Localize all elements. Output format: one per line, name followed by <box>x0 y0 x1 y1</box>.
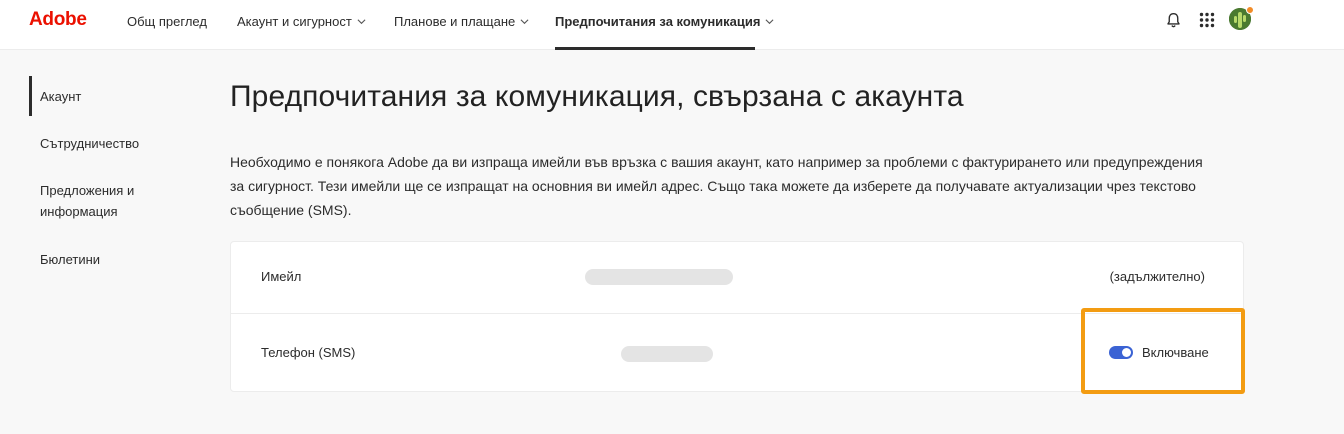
active-tab-indicator <box>555 47 755 50</box>
chevron-down-icon <box>520 18 529 24</box>
nav-plans-payment[interactable]: Планове и плащане <box>394 13 529 29</box>
sidebar-item-collaboration[interactable]: Сътрудничество <box>40 133 180 154</box>
bell-icon[interactable] <box>1163 10 1183 30</box>
apps-grid-icon[interactable] <box>1197 10 1217 30</box>
nav-overview[interactable]: Общ преглед <box>127 13 207 29</box>
sidebar-item-newsletters[interactable]: Бюлетини <box>40 249 180 270</box>
nav-communication-preferences-label: Предпочитания за комуникация <box>555 13 761 29</box>
highlight-annotation-box <box>1081 308 1245 394</box>
nav-communication-preferences[interactable]: Предпочитания за комуникация <box>555 13 774 29</box>
sidebar-active-indicator <box>29 76 32 116</box>
nav-account-security-label: Акаунт и сигурност <box>237 13 352 29</box>
nav-plans-payment-label: Планове и плащане <box>394 13 516 29</box>
page-title: Предпочитания за комуникация, свързана с… <box>230 80 964 113</box>
page-description: Необходимо е понякога Adobe да ви изпращ… <box>230 154 1203 218</box>
chevron-down-icon <box>357 18 366 24</box>
adobe-logo[interactable]: Adobe <box>29 9 87 31</box>
redacted-phone-value <box>621 346 713 362</box>
notification-dot <box>1246 6 1254 14</box>
nav-account-security[interactable]: Акаунт и сигурност <box>237 13 366 29</box>
phone-row-label: Телефон (SMS) <box>261 345 356 360</box>
chevron-down-icon <box>766 18 774 24</box>
sidebar-item-offers-information[interactable]: Предложения и информация <box>40 180 150 222</box>
top-navigation: Adobe Общ преглед Акаунт и сигурност Пла… <box>0 0 1344 50</box>
redacted-email-value <box>585 269 733 285</box>
email-row-label: Имейл <box>261 269 302 284</box>
nav-overview-label: Общ преглед <box>127 13 207 29</box>
email-required-status: (задължително) <box>1109 269 1205 284</box>
sidebar-item-account[interactable]: Акаунт <box>40 86 180 107</box>
